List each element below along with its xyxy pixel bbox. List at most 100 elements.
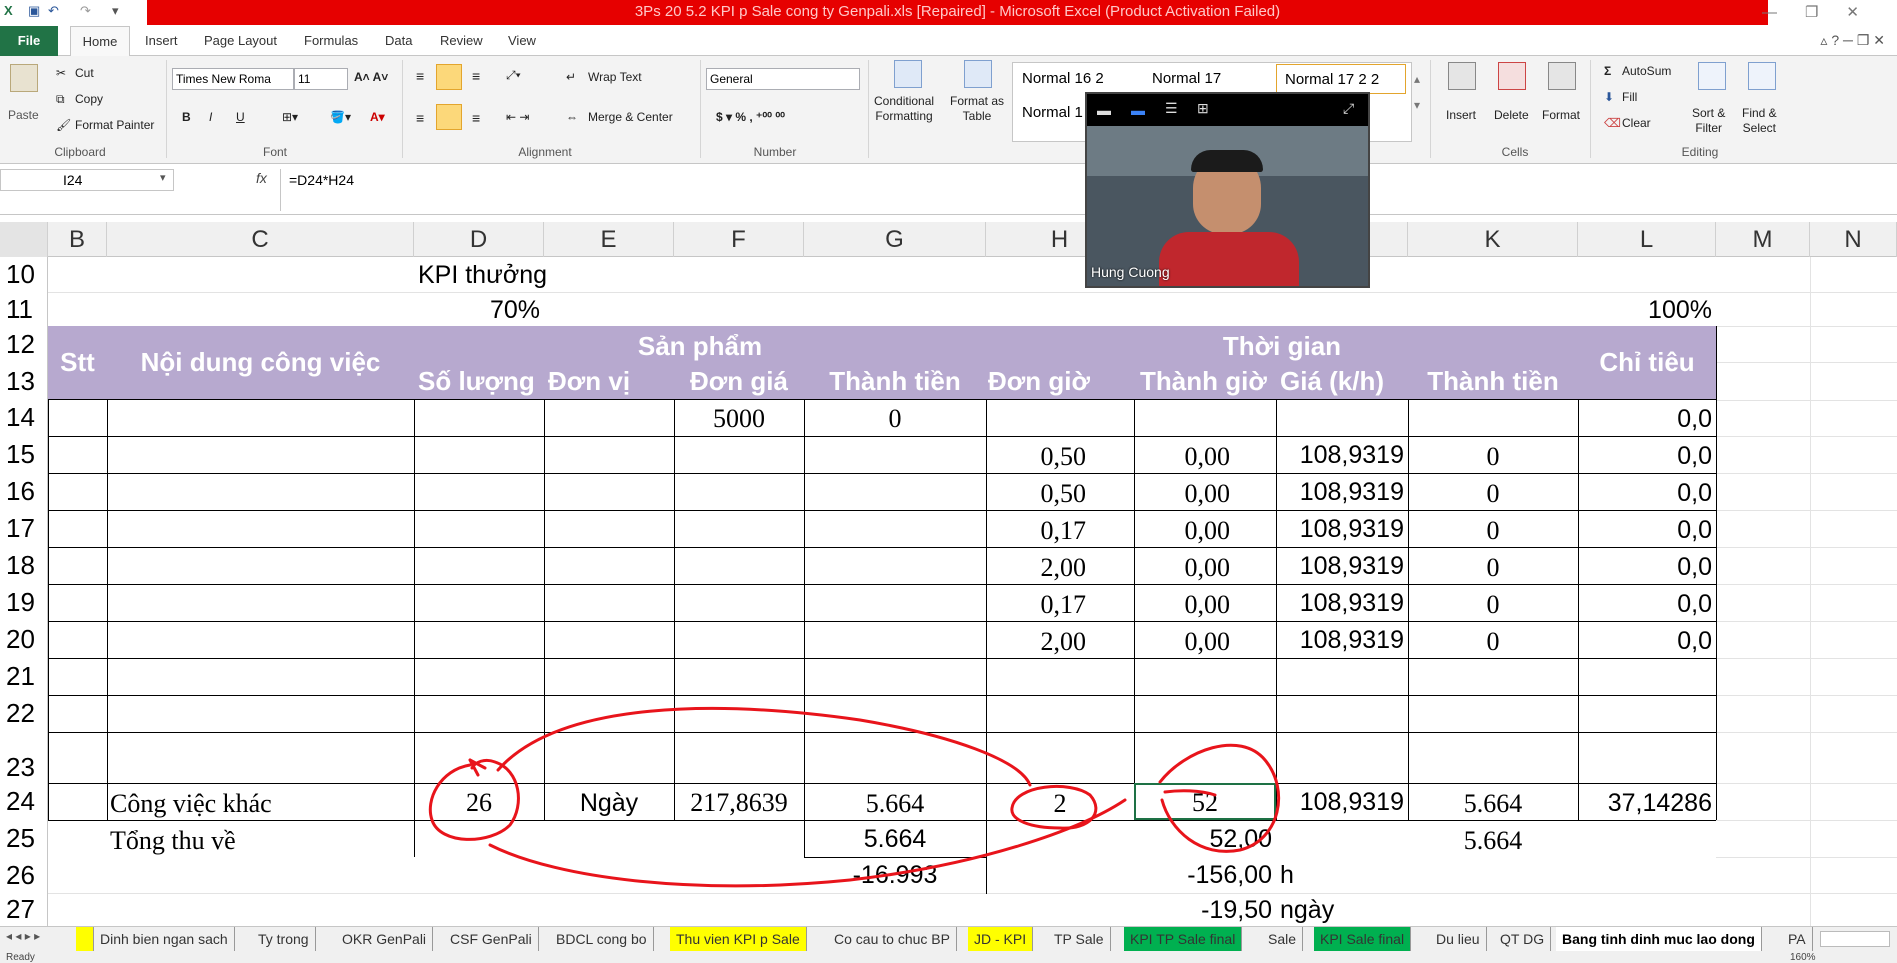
column-header-n[interactable]: N (1810, 222, 1897, 257)
cell-h19[interactable]: 0,17 (986, 584, 1087, 621)
sheet-tab[interactable]: Dinh bien ngan sach (94, 927, 235, 951)
wrap-text-button[interactable]: Wrap Text (588, 70, 642, 84)
function-icon[interactable]: fx (256, 170, 267, 186)
header-stt[interactable]: Stt (48, 326, 107, 399)
header-don-vi[interactable]: Đơn vị (544, 363, 674, 399)
cell-c24[interactable]: Công việc khác (110, 783, 410, 820)
sheet-tab[interactable]: Co cau to chuc BP (828, 927, 957, 951)
strip-view-icon[interactable]: ☰ (1165, 100, 1178, 117)
cell-l20[interactable]: 0,0 (1578, 621, 1712, 658)
cell-k24[interactable]: 5.664 (1408, 783, 1578, 820)
header-don-gio[interactable]: Đơn giờ (986, 363, 1134, 399)
cell-k19[interactable]: 0 (1408, 584, 1578, 621)
cell-i15[interactable]: 0,00 (1134, 436, 1231, 473)
cell-k16[interactable]: 0 (1408, 473, 1578, 510)
cell-i25[interactable]: 52,00 (1134, 820, 1272, 857)
number-format-select[interactable]: General (706, 68, 860, 90)
sheet-tab[interactable]: KPI TP Sale final (1124, 927, 1243, 951)
header-gia[interactable]: Giá (k/h) (1276, 363, 1408, 399)
format-button[interactable]: Format (1542, 108, 1580, 122)
sheet-tab[interactable]: OKR GenPali (336, 927, 434, 951)
cell-j24[interactable]: 108,9319 (1276, 783, 1404, 820)
name-box[interactable]: I24 (0, 169, 174, 191)
bold-icon[interactable]: B (182, 110, 191, 124)
cell-i16[interactable]: 0,00 (1134, 473, 1231, 510)
cell-d10[interactable]: KPI thưởng (418, 257, 668, 292)
sheet-tab-active[interactable]: Bang tinh dinh muc lao dong (1556, 927, 1762, 951)
header-so-luong[interactable]: Số lượng (414, 363, 544, 399)
row-header[interactable]: 14 (0, 399, 48, 436)
cell-j15[interactable]: 108,9319 (1276, 436, 1404, 473)
expand-icon[interactable]: ⤢ (1343, 100, 1354, 117)
row-header[interactable]: 21 (0, 658, 48, 695)
currency-icon[interactable]: $ ▾ % , ⁺⁰⁰ ⁰⁰ (716, 110, 785, 124)
cell-f14[interactable]: 5000 (674, 399, 804, 436)
row-header[interactable]: 15 (0, 436, 48, 473)
tab-home[interactable]: Home (70, 26, 130, 57)
cell-e24[interactable]: Ngày (544, 783, 674, 820)
sheet-tab[interactable]: PA (1782, 927, 1813, 951)
gallery-scroll-icon[interactable]: ▴ ▾ (1414, 66, 1420, 118)
sheet-tab[interactable]: KPI Sale final (1314, 927, 1412, 951)
row-header[interactable]: 12 (0, 326, 48, 363)
cell-k18[interactable]: 0 (1408, 547, 1578, 584)
row-header[interactable]: 26 (0, 857, 48, 893)
row-header[interactable]: 16 (0, 473, 48, 510)
cell-h18[interactable]: 2,00 (986, 547, 1087, 584)
column-header-f[interactable]: F (674, 222, 804, 257)
conditional-formatting-button[interactable]: Conditional Formatting (874, 94, 934, 124)
tab-insert[interactable]: Insert (145, 26, 178, 56)
paste-button[interactable]: Paste (8, 108, 39, 122)
copy-button[interactable]: Copy (75, 92, 103, 106)
cell-k20[interactable]: 0 (1408, 621, 1578, 658)
font-color-icon[interactable]: A▾ (370, 110, 385, 124)
cell-i24-selected[interactable]: 52 (1134, 783, 1276, 820)
cell-l16[interactable]: 0,0 (1578, 473, 1712, 510)
orientation-icon[interactable]: ⤢▾ (506, 68, 521, 83)
cell-l24[interactable]: 37,14286 (1578, 783, 1712, 820)
delete-button[interactable]: Delete (1494, 108, 1529, 122)
horizontal-scrollbar[interactable] (1820, 931, 1890, 947)
window-controls[interactable]: —❐✕ (1762, 3, 1887, 21)
sheet-tab[interactable]: Du lieu (1430, 927, 1487, 951)
paste-icon[interactable] (10, 64, 38, 92)
cell-j26[interactable]: h (1280, 857, 1408, 893)
tab-page-layout[interactable]: Page Layout (204, 26, 277, 56)
minimize-icon[interactable]: ▬ (1097, 102, 1111, 118)
align-left-icon[interactable]: ≡ (416, 110, 424, 126)
cell-j17[interactable]: 108,9319 (1276, 510, 1404, 547)
customize-qat-icon[interactable]: ▾ (112, 3, 119, 19)
header-noi-dung[interactable]: Nội dung công việc (107, 326, 414, 399)
chevron-down-icon[interactable]: ▾ (160, 171, 166, 184)
tab-data[interactable]: Data (385, 26, 412, 56)
cell-h20[interactable]: 2,00 (986, 621, 1087, 658)
cell-k15[interactable]: 0 (1408, 436, 1578, 473)
cell-l11[interactable]: 100% (1578, 292, 1712, 326)
sheet-tab[interactable]: CSF GenPali (444, 927, 539, 951)
sheet-tab[interactable]: Thu vien KPI p Sale (670, 927, 807, 951)
cut-button[interactable]: Cut (75, 66, 94, 80)
sort-filter-button[interactable]: Sort & Filter (1692, 106, 1725, 136)
style-normal-17[interactable]: Normal 17 (1144, 64, 1268, 94)
cell-g24[interactable]: 5.664 (804, 783, 986, 820)
align-center-icon[interactable] (436, 104, 462, 130)
cell-h17[interactable]: 0,17 (986, 510, 1087, 547)
cell-l15[interactable]: 0,0 (1578, 436, 1712, 473)
cell-g26[interactable]: -16.993 (804, 857, 986, 893)
cell-l17[interactable]: 0,0 (1578, 510, 1712, 547)
indent-icon[interactable]: ⇤ ⇥ (506, 110, 529, 124)
cell-j20[interactable]: 108,9319 (1276, 621, 1404, 658)
tab-review[interactable]: Review (440, 26, 483, 56)
sheet-tab[interactable]: TP Sale (1048, 927, 1111, 951)
cell-g25[interactable]: 5.664 (804, 820, 986, 857)
italic-icon[interactable]: I (209, 110, 212, 124)
sheet-tab[interactable]: Ty trong (252, 927, 316, 951)
fill-button[interactable]: Fill (1622, 90, 1637, 104)
save-icon[interactable]: ▣ (28, 3, 40, 19)
redo-icon[interactable]: ↷ (80, 3, 91, 19)
zoom-level[interactable]: 160% (1790, 952, 1816, 963)
cell-d24[interactable]: 26 (414, 783, 544, 820)
style-normal-1[interactable]: Normal 1 (1014, 98, 1084, 128)
cell-i26[interactable]: -156,00 (1134, 857, 1272, 893)
header-thanh-tien-2[interactable]: Thành tiền (1408, 363, 1578, 399)
